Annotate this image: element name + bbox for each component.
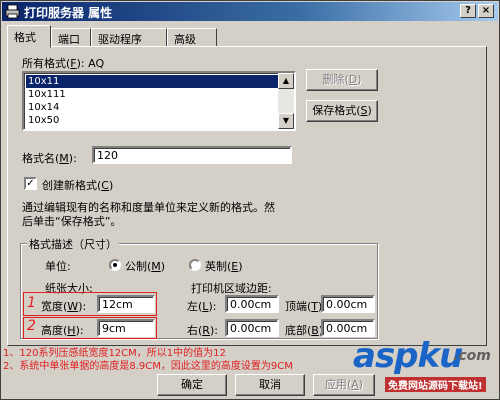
top-margin-label: 顶端(T): bbox=[285, 300, 326, 313]
printer-icon bbox=[5, 4, 20, 19]
close-button[interactable]: × bbox=[478, 4, 494, 18]
scroll-down-icon[interactable]: ▼ bbox=[278, 113, 294, 129]
annotation-box-height bbox=[23, 317, 157, 339]
cancel-button[interactable]: 取消 bbox=[235, 374, 305, 396]
help-button[interactable]: ? bbox=[460, 4, 476, 18]
units-label: 单位: bbox=[45, 260, 71, 273]
save-form-button[interactable]: 保存格式(S) bbox=[306, 100, 378, 122]
watermark-tld: .com bbox=[453, 348, 491, 364]
list-item[interactable]: 10x111 bbox=[26, 88, 278, 101]
right-margin-label: 右(R): bbox=[187, 324, 218, 337]
note-line-2: 2、系统中单张单据的高度是8.9CM，因此这里的高度设置为9CM bbox=[3, 361, 293, 372]
tab-drivers[interactable]: 驱动程序 bbox=[91, 28, 167, 47]
watermark-tagline: 免费网站源码下载站! bbox=[385, 377, 486, 392]
forms-listbox[interactable]: 10x11 10x111 10x14 10x50 ▲ ▼ bbox=[22, 71, 296, 131]
list-scrollbar[interactable]: ▲ ▼ bbox=[278, 73, 294, 129]
form-name-label: 格式名(M): bbox=[22, 152, 77, 165]
left-margin-input[interactable]: 0.00cm bbox=[225, 295, 279, 313]
metric-radio[interactable] bbox=[109, 259, 121, 271]
tab-ports[interactable]: 端口 bbox=[51, 28, 91, 47]
annotation-number-2: 2 bbox=[27, 318, 36, 334]
title-bar: 打印服务器 属性 ? × bbox=[2, 2, 498, 21]
form-description-group: 格式描述（尺寸） 单位: 公制(M) 英制(E) 纸张大小: 打印机区域边距: … bbox=[20, 236, 378, 339]
annotation-box-width bbox=[23, 292, 157, 316]
top-margin-input[interactable]: 0.00cm bbox=[321, 295, 375, 313]
annotation-number-1: 1 bbox=[27, 295, 36, 311]
create-new-checkbox[interactable]: ✓ bbox=[24, 177, 37, 190]
imperial-label: 英制(E) bbox=[205, 260, 243, 273]
group-title: 格式描述（尺寸） bbox=[27, 236, 119, 252]
window-title: 打印服务器 属性 bbox=[24, 6, 113, 20]
apply-button[interactable]: 应用(A) bbox=[313, 374, 375, 396]
left-margin-label: 左(L): bbox=[187, 300, 217, 313]
tab-advanced[interactable]: 高级 bbox=[167, 28, 217, 47]
create-new-label: 创建新格式(C) bbox=[42, 179, 114, 192]
watermark-logo: aspku bbox=[353, 336, 463, 376]
form-name-input[interactable]: 120 bbox=[92, 146, 292, 164]
ok-button[interactable]: 确定 bbox=[157, 374, 227, 396]
tab-panel-forms: 所有格式(F): AQ 10x11 10x111 10x14 10x50 ▲ ▼… bbox=[7, 46, 487, 346]
imperial-radio[interactable] bbox=[189, 259, 201, 271]
list-item[interactable]: 10x11 bbox=[26, 75, 278, 88]
tab-strip: 格式 端口 驱动程序 高级 bbox=[7, 25, 487, 48]
list-item[interactable]: 10x14 bbox=[26, 101, 278, 114]
bottom-margin-input[interactable]: 0.00cm bbox=[321, 319, 375, 337]
printer-margins-label: 打印机区域边距: bbox=[191, 282, 272, 295]
delete-button[interactable]: 删除(D) bbox=[306, 69, 378, 91]
list-item[interactable]: 10x50 bbox=[26, 114, 278, 127]
instructions-line-2: 后单击“保存格式”。 bbox=[22, 215, 122, 228]
properties-dialog: 打印服务器 属性 ? × 格式 端口 驱动程序 高级 所有格式(F): AQ 1… bbox=[0, 0, 500, 400]
metric-label: 公制(M) bbox=[125, 260, 166, 273]
tab-forms[interactable]: 格式 bbox=[7, 25, 51, 48]
forms-list-label: 所有格式(F): AQ bbox=[22, 57, 105, 70]
scroll-up-icon[interactable]: ▲ bbox=[278, 73, 294, 89]
right-margin-input[interactable]: 0.00cm bbox=[225, 319, 279, 337]
